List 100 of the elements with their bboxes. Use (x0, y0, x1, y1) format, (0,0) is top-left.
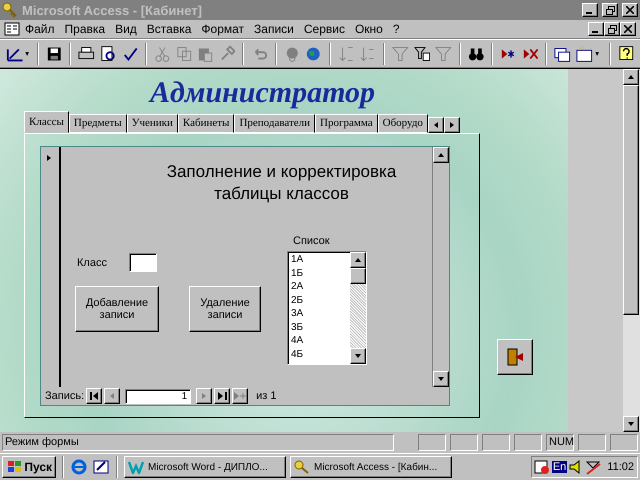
list-item[interactable]: 1Б (291, 266, 347, 280)
list-item[interactable]: 3Б (291, 320, 347, 334)
scroll-thumb[interactable] (350, 268, 366, 284)
first-record-button[interactable] (86, 388, 102, 404)
down-arrow-icon (354, 352, 362, 360)
tab[interactable]: Ученики (126, 114, 178, 133)
first-icon (90, 392, 99, 400)
help-icon[interactable] (618, 44, 634, 62)
status-panel (610, 434, 638, 451)
status-text: Режим формы (2, 434, 394, 451)
delete-record-button[interactable]: Удаление записи (189, 286, 261, 332)
list-item[interactable]: 2А (291, 280, 347, 294)
tab[interactable]: Кабинеты (178, 114, 234, 133)
close-button[interactable] (622, 3, 638, 17)
up-arrow-icon (437, 151, 445, 159)
start-button[interactable]: Пуск (2, 456, 56, 478)
list-item[interactable]: 2Б (291, 294, 347, 307)
class-field[interactable] (128, 253, 157, 272)
window-title: Microsoft Access - [Кабинет] (22, 2, 204, 18)
key-icon (294, 460, 310, 474)
form-heading: Заполнение и корректировка таблицы классов (166, 161, 398, 205)
new-record-button[interactable] (232, 388, 248, 404)
minimize-button[interactable] (588, 22, 604, 36)
list-item[interactable]: 4А (291, 334, 347, 348)
windows-logo-icon (6, 460, 22, 474)
clock: 11:02 (607, 461, 634, 473)
status-panel (482, 434, 510, 451)
form-title: Администратор (150, 77, 376, 109)
last-record-button[interactable] (214, 388, 230, 404)
add-record-button[interactable]: Добавление записи (75, 286, 159, 332)
last-icon (218, 392, 227, 400)
record-count: из 1 (256, 390, 277, 402)
menu-item[interactable]: Окно (350, 22, 388, 36)
status-panel (450, 434, 478, 451)
desktop-icon[interactable] (92, 458, 110, 476)
form-icon (4, 22, 20, 36)
up-arrow-icon (627, 73, 635, 81)
menu-item[interactable]: ? (388, 22, 405, 36)
crossed-envelope-icon[interactable] (585, 459, 602, 475)
menu-item[interactable]: Файл (20, 22, 60, 36)
list-box[interactable]: 1А 1Б 2А 2Б 3А 3Б 4А 4Б (287, 251, 367, 365)
list-label: Список (293, 235, 330, 247)
record-number-field[interactable]: 1 (125, 388, 192, 404)
w-logo-icon (128, 460, 144, 474)
right-arrow-icon (448, 121, 456, 129)
filter-form-icon[interactable] (414, 44, 430, 62)
menu-item[interactable]: Вставка (142, 22, 196, 36)
new-record-icon (234, 392, 246, 400)
close-button[interactable] (620, 22, 636, 36)
tab[interactable]: Программа (315, 114, 378, 133)
vertical-scrollbar[interactable] (623, 69, 640, 432)
navigator-label: Запись: (45, 390, 84, 402)
status-panel (418, 434, 446, 451)
tab[interactable]: Предметы (68, 114, 127, 133)
tab-scroll-left-button[interactable] (428, 117, 444, 133)
print-preview-icon[interactable] (100, 44, 117, 62)
taskbar-button[interactable]: Microsoft Word - ДИПЛО... (124, 456, 286, 478)
menu-item[interactable]: Правка (60, 22, 110, 36)
previous-record-button[interactable] (104, 388, 120, 404)
down-arrow-icon (437, 375, 445, 383)
menu-item[interactable]: Формат (196, 22, 250, 36)
subform-scrollbar[interactable] (432, 147, 449, 387)
key-icon (2, 2, 18, 18)
close-icon (624, 25, 632, 33)
menu-item[interactable]: Вид (110, 22, 142, 36)
close-icon (626, 6, 634, 14)
menu-item[interactable]: Записи (249, 22, 299, 36)
save-icon[interactable] (46, 44, 62, 62)
list-item[interactable]: 3А (291, 307, 347, 320)
globe-icon[interactable] (305, 44, 322, 62)
down-arrow-icon (627, 420, 635, 428)
status-panel (514, 434, 542, 451)
restore-button[interactable] (602, 3, 618, 17)
left-arrow-icon (108, 392, 116, 400)
tab[interactable]: Классы (24, 111, 69, 133)
new-object-icon[interactable] (576, 44, 602, 62)
left-arrow-icon (432, 121, 440, 129)
language-indicator[interactable]: En (552, 461, 568, 473)
field-label: Класс (77, 256, 107, 268)
minimize-button[interactable] (582, 3, 598, 17)
door-exit-icon (505, 347, 525, 367)
next-record-button[interactable] (196, 388, 212, 404)
restore-button[interactable] (604, 22, 620, 36)
exit-button[interactable] (497, 339, 533, 375)
tab-scroll-right-button[interactable] (444, 117, 460, 133)
status-panel (578, 434, 606, 451)
tab[interactable]: Оборудо (378, 114, 428, 133)
num-indicator: NUM (546, 434, 574, 451)
scheduler-icon[interactable] (534, 459, 550, 475)
list-scrollbar[interactable] (350, 252, 366, 364)
up-arrow-icon (354, 256, 362, 264)
restore-icon (608, 24, 616, 34)
record-pointer-icon (45, 154, 53, 162)
right-arrow-icon (200, 392, 208, 400)
scroll-thumb[interactable] (623, 85, 639, 315)
tab[interactable]: Преподаватели (234, 114, 316, 133)
menu-item[interactable]: Сервис (298, 22, 350, 36)
list-item[interactable]: 4Б (291, 348, 347, 361)
taskbar-button[interactable]: Microsoft Access - [Кабин... (290, 456, 452, 478)
list-item[interactable]: 1А (291, 253, 347, 266)
